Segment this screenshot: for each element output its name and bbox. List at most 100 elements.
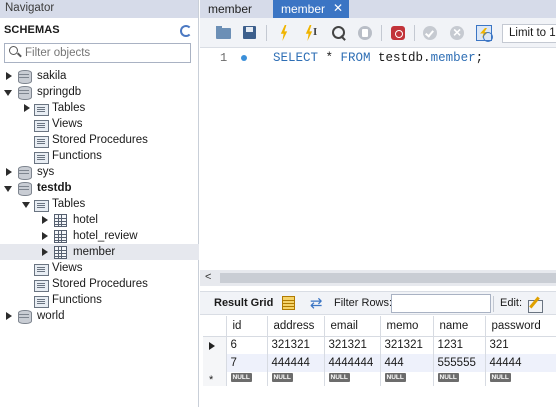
- null-badge: NULL: [271, 373, 293, 382]
- folder-icon: [34, 262, 49, 276]
- grid-cell[interactable]: NULL: [226, 372, 268, 386]
- expand-arrow-icon[interactable]: [40, 247, 50, 257]
- filter-rows-label: Filter Rows:: [334, 297, 393, 309]
- commit-icon[interactable]: [422, 25, 438, 41]
- schemas-label: SCHEMAS: [4, 24, 60, 36]
- tree-item-testdb-functions[interactable]: Functions: [0, 292, 199, 308]
- tab-member-1[interactable]: member: [200, 0, 270, 18]
- result-grid-tab[interactable]: Result Grid: [214, 297, 273, 309]
- editor-horizontal-scrollbar[interactable]: <: [200, 270, 556, 286]
- filter-objects-input[interactable]: [25, 45, 185, 61]
- column-header[interactable]: password: [485, 316, 556, 337]
- expand-arrow-icon[interactable]: [22, 103, 32, 113]
- grid-cell[interactable]: 321321: [267, 336, 325, 354]
- tree-item-testdb-procedures[interactable]: Stored Procedures: [0, 276, 199, 292]
- editor-tabs: member member ✕: [200, 0, 556, 18]
- tree-item-springdb[interactable]: springdb: [0, 84, 199, 100]
- database-icon: [18, 69, 32, 84]
- grid-cell[interactable]: 7: [226, 354, 268, 372]
- sql-query-text[interactable]: SELECT * FROM testdb.member;: [273, 51, 483, 65]
- grid-view-icon[interactable]: [282, 296, 295, 310]
- tree-item-hotel-review[interactable]: hotel_review: [0, 228, 199, 244]
- grid-cell[interactable]: NULL: [485, 372, 556, 386]
- grid-cell[interactable]: 444444: [267, 354, 325, 372]
- filter-rows-input[interactable]: [391, 294, 491, 313]
- column-header[interactable]: id: [226, 316, 268, 337]
- scrollbar-thumb[interactable]: [220, 273, 556, 283]
- collapse-arrow-icon[interactable]: [4, 87, 14, 97]
- tree-item-springdb-views[interactable]: Views: [0, 116, 199, 132]
- tree-item-springdb-tables[interactable]: Tables: [0, 100, 199, 116]
- navigator-title: Navigator: [0, 0, 198, 18]
- tree-item-testdb-tables[interactable]: Tables: [0, 196, 199, 212]
- tree-item-world[interactable]: world: [0, 308, 199, 324]
- execute-icon[interactable]: [276, 25, 292, 41]
- grid-cell[interactable]: 44444: [485, 354, 556, 372]
- tree-item-springdb-procedures[interactable]: Stored Procedures: [0, 132, 199, 148]
- column-header[interactable]: name: [433, 316, 486, 337]
- folder-icon: [34, 294, 49, 308]
- row-indicator[interactable]: [203, 354, 227, 372]
- grid-cell[interactable]: 444: [380, 354, 434, 372]
- refresh-icon[interactable]: [178, 23, 192, 37]
- grid-cell[interactable]: 321: [485, 336, 556, 354]
- result-toolbar: Result Grid Filter Rows: Edit:: [200, 291, 556, 315]
- limit-dropdown[interactable]: Limit to 10: [502, 24, 556, 43]
- expand-arrow-icon[interactable]: [4, 311, 14, 321]
- grid-cell[interactable]: NULL: [267, 372, 325, 386]
- close-tab-icon[interactable]: ✕: [333, 1, 343, 15]
- new-row-marker: *: [209, 374, 214, 386]
- null-badge: NULL: [230, 373, 252, 382]
- tree-item-sys[interactable]: sys: [0, 164, 199, 180]
- tree-item-testdb-views[interactable]: Views: [0, 260, 199, 276]
- expand-arrow-icon[interactable]: [4, 71, 14, 81]
- expand-arrow-icon[interactable]: [4, 167, 14, 177]
- tree-item-member[interactable]: member: [0, 244, 199, 260]
- tree-item-sakila[interactable]: sakila: [0, 68, 199, 84]
- grid-cell[interactable]: 321321: [380, 336, 434, 354]
- line-gutter: 1: [200, 49, 254, 270]
- grid-cell[interactable]: 6: [226, 336, 268, 354]
- tree-item-testdb[interactable]: testdb: [0, 180, 199, 196]
- tree-item-hotel[interactable]: hotel: [0, 212, 199, 228]
- grid-cell[interactable]: NULL: [324, 372, 381, 386]
- save-icon[interactable]: [242, 25, 258, 41]
- null-badge: NULL: [384, 373, 406, 382]
- tab-member-2[interactable]: member ✕: [273, 0, 349, 18]
- column-header[interactable]: address: [267, 316, 325, 337]
- new-row[interactable]: * NULL NULL NULL NULL NULL NULL: [203, 372, 556, 386]
- toggle-error-icon[interactable]: [390, 25, 406, 41]
- grid-cell[interactable]: NULL: [380, 372, 434, 386]
- grid-cell[interactable]: 321321: [324, 336, 381, 354]
- stop-icon[interactable]: [357, 25, 373, 41]
- grid-cell[interactable]: 1231: [433, 336, 486, 354]
- line-number: 1: [220, 51, 228, 65]
- table-row[interactable]: 7 444444 4444444 444 555555 44444: [203, 354, 556, 372]
- explain-icon[interactable]: [330, 25, 346, 41]
- grid-cell[interactable]: 4444444: [324, 354, 381, 372]
- database-icon: [18, 165, 32, 180]
- expand-arrow-icon[interactable]: [40, 231, 50, 241]
- execute-current-icon[interactable]: [303, 25, 319, 41]
- filter-box[interactable]: [4, 43, 191, 63]
- column-header[interactable]: memo: [380, 316, 434, 337]
- collapse-arrow-icon[interactable]: [22, 199, 32, 209]
- grid-cell[interactable]: 555555: [433, 354, 486, 372]
- tree-item-springdb-functions[interactable]: Functions: [0, 148, 199, 164]
- column-header[interactable]: email: [324, 316, 381, 337]
- row-indicator[interactable]: [203, 336, 227, 354]
- autocommit-icon[interactable]: [476, 25, 493, 42]
- row-indicator[interactable]: *: [203, 372, 227, 386]
- edit-row-icon[interactable]: [527, 295, 545, 313]
- refresh-results-icon[interactable]: [310, 294, 326, 312]
- table-row[interactable]: 6 321321 321321 321321 1231 321: [203, 336, 556, 354]
- sql-editor[interactable]: 1 SELECT * FROM testdb.member;: [200, 49, 556, 270]
- scroll-left-icon[interactable]: <: [205, 271, 211, 283]
- expand-arrow-icon[interactable]: [40, 215, 50, 225]
- open-file-icon[interactable]: [216, 25, 232, 41]
- database-icon: [18, 85, 32, 100]
- collapse-arrow-icon[interactable]: [4, 183, 14, 193]
- grid-cell[interactable]: NULL: [433, 372, 486, 386]
- table-icon: [54, 213, 67, 227]
- rollback-icon[interactable]: [449, 24, 465, 41]
